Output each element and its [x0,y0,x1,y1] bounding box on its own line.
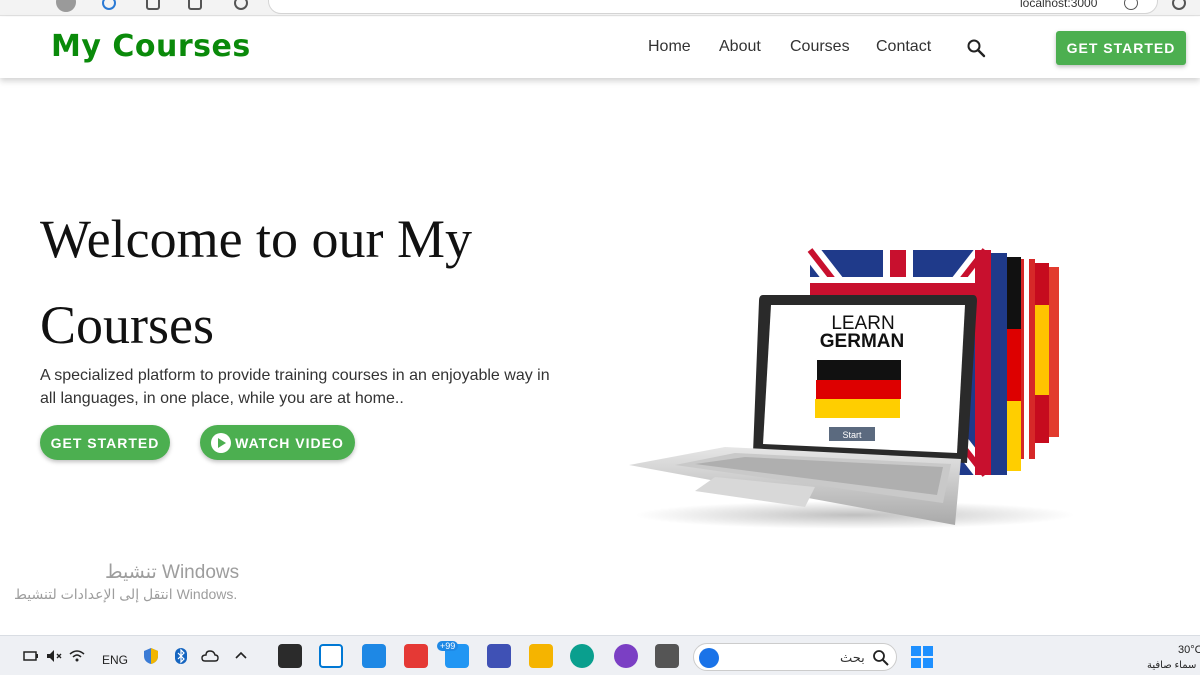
extensions-icon[interactable] [234,0,248,10]
nav-home[interactable]: Home [648,38,691,56]
file-explorer-icon[interactable] [529,644,553,668]
taskbar-search-box[interactable] [693,643,897,671]
book-spine [991,253,1007,475]
twitter-app-icon[interactable] [362,644,386,668]
address-text: localhost:3000 [1020,0,1098,10]
taskbar-search-text: بحث [840,650,865,665]
book-francais [1021,259,1035,459]
battery-icon[interactable] [22,647,40,665]
onedrive-cloud-icon[interactable] [201,647,219,665]
book-deutsch [1007,257,1021,471]
hero-get-started-button[interactable]: GET STARTED [40,425,170,460]
collections-icon[interactable] [146,0,160,10]
bing-icon[interactable] [699,648,719,668]
screen-german-text: GERMAN [820,331,904,352]
hero-title: Welcome to our My Courses [40,209,473,355]
laptop: LEARN GERMAN Start [629,295,977,525]
weather-text[interactable]: سماء صافية [1147,660,1196,671]
profile-avatar[interactable] [56,0,76,12]
security-shield-icon[interactable] [142,647,160,665]
watch-video-label: WATCH VIDEO [235,434,344,451]
nav-courses[interactable]: Courses [790,38,850,56]
site-logo[interactable]: My Courses [51,29,251,64]
google-app-icon[interactable] [404,644,428,668]
search-icon[interactable] [966,38,986,58]
browser-toolbar: localhost:3000 [0,0,1200,16]
store-app-icon[interactable] [487,644,511,668]
vscode-app-icon[interactable] [319,644,343,668]
windows-activation-title: تنشيط Windows [105,562,240,583]
book-espanol [1035,263,1059,443]
nav-contact[interactable]: Contact [876,38,931,56]
temperature-text[interactable]: 30°C [1178,644,1200,656]
browser-menu-icon[interactable] [1172,0,1186,10]
play-icon [211,432,232,453]
german-flag-gold [815,399,900,418]
site-navbar: My Courses Home About Courses Contact GE… [0,17,1200,78]
nav-get-started-button[interactable]: GET STARTED [1056,31,1186,65]
hero-laptop-books-illustration: LEARN GERMAN Start [629,245,1075,529]
mail-badge: +99 [437,641,459,651]
terminal-app-icon[interactable] [278,644,302,668]
chat-app-icon[interactable] [614,644,638,668]
volume-muted-icon[interactable] [45,647,63,665]
nav-about[interactable]: About [719,38,761,56]
wifi-icon[interactable] [68,647,86,665]
watch-video-button[interactable]: WATCH VIDEO [200,425,355,460]
windows-start-icon[interactable] [911,646,933,668]
hero-description: A specialized platform to provide traini… [40,367,550,407]
windows-activation-subtitle: انتقل إلى الإعدادات لتنشيط Windows. [14,586,238,602]
german-flag [817,360,901,380]
chevron-up-icon[interactable] [232,647,250,665]
screen-start-label: Start [842,430,862,440]
edge-icon[interactable] [102,0,116,10]
language-indicator[interactable]: ENG [102,653,128,667]
taskbar-search-icon[interactable] [872,649,890,667]
window-app-icon[interactable] [655,644,679,668]
german-flag-red [816,380,901,399]
feedback-icon[interactable] [188,0,202,10]
windows-taskbar: ENG +99 بحث 30°C سماء صافية [0,635,1200,675]
edge-browser-icon[interactable] [570,644,594,668]
bluetooth-icon[interactable] [172,647,190,665]
